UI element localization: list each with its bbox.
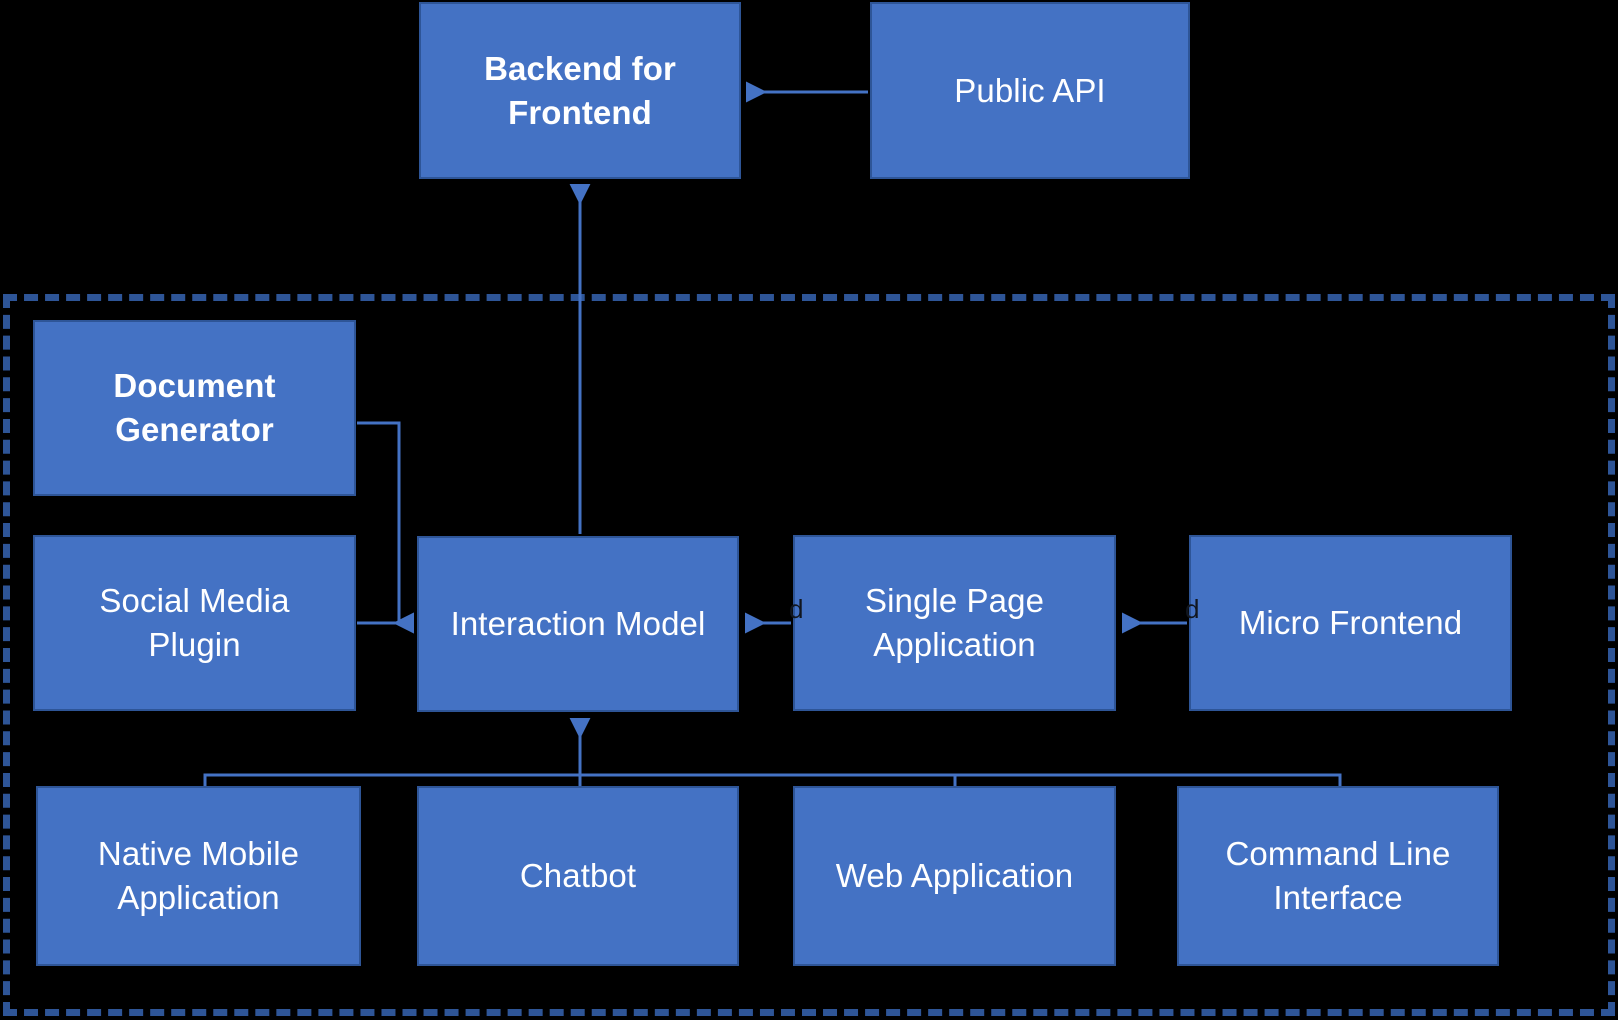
node-social-media-plugin[interactable]: Social Media Plugin xyxy=(33,535,356,711)
node-label-social-media-plugin: Social Media Plugin xyxy=(99,582,290,663)
node-label-chatbot: Chatbot xyxy=(519,857,637,895)
stray-glyph-micro: d xyxy=(1185,594,1200,624)
node-document-generator[interactable]: Document Generator xyxy=(33,320,356,496)
node-command-line-interface[interactable]: Command Line Interface xyxy=(1177,786,1499,966)
diagram-canvas: Backend for Frontend Public API Document… xyxy=(0,0,1618,1020)
node-label-backend-for-frontend: Backend for Frontend xyxy=(484,49,676,131)
node-single-page-application[interactable]: Single Page Application xyxy=(793,535,1116,711)
node-web-application[interactable]: Web Application xyxy=(793,786,1116,966)
node-label-command-line-interface: Command Line Interface xyxy=(1225,835,1451,916)
node-native-mobile-application[interactable]: Native Mobile Application xyxy=(36,786,361,966)
node-label-public-api: Public API xyxy=(954,71,1106,109)
node-label-web-application: Web Application xyxy=(835,857,1074,895)
node-chatbot[interactable]: Chatbot xyxy=(417,786,739,966)
node-micro-frontend[interactable]: Micro Frontend xyxy=(1189,535,1512,711)
node-label-micro-frontend: Micro Frontend xyxy=(1238,604,1463,642)
node-backend-for-frontend[interactable]: Backend for Frontend xyxy=(419,2,741,179)
node-interaction-model[interactable]: Interaction Model xyxy=(417,536,739,712)
node-public-api[interactable]: Public API xyxy=(870,2,1190,179)
node-label-document-generator: Document Generator xyxy=(113,367,276,448)
node-label-native-mobile-application: Native Mobile Application xyxy=(97,835,300,916)
node-label-single-page-application: Single Page Application xyxy=(864,582,1045,663)
node-label-interaction-model: Interaction Model xyxy=(450,605,706,643)
stray-glyph-spa: d xyxy=(789,594,804,624)
